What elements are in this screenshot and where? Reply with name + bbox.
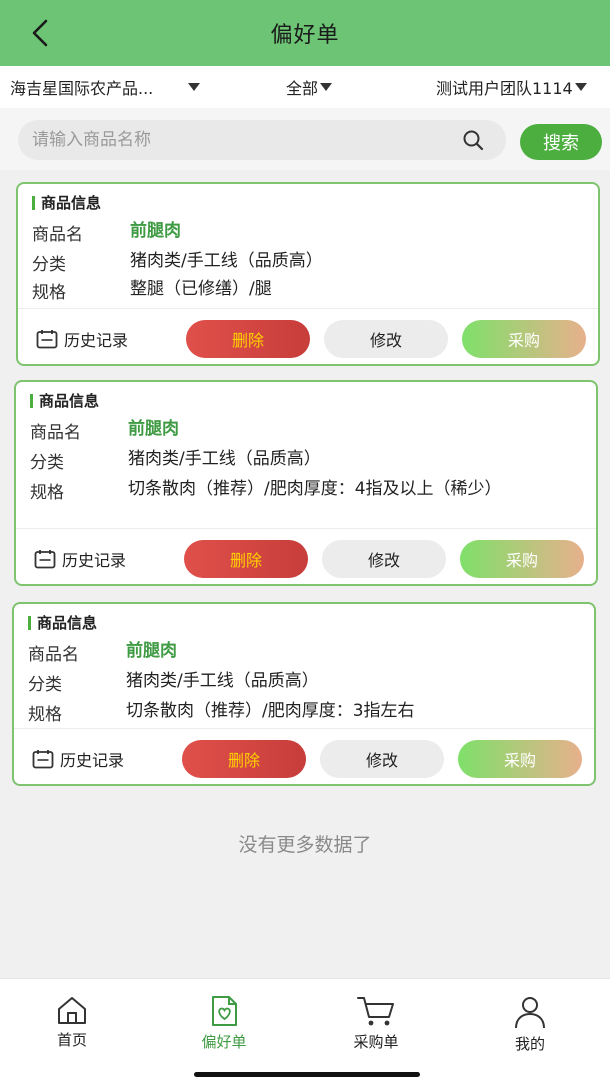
tab-favorites-label: 偏好单 — [201, 1033, 247, 1051]
history-label: 历史记录 — [64, 331, 129, 350]
section-marker — [30, 393, 33, 408]
category-row: 分类 猪肉类/手工线（品质高） — [30, 448, 568, 473]
edit-button[interactable]: 修改 — [320, 740, 444, 778]
caret-down-icon — [574, 83, 587, 91]
preference-card: 商品信息 商品名 前腿肉 分类 猪肉类/手工线（品质高） 规格 切条散肉（推荐）… — [12, 602, 596, 786]
bottom-tab-bar: 首页 偏好单 采购单 我的 — [0, 978, 610, 1086]
spec-label: 规格 — [28, 705, 62, 725]
tab-mine[interactable]: 我的 — [480, 995, 580, 1054]
favorite-list-icon — [212, 996, 237, 1026]
page-title: 偏好单 — [270, 23, 340, 48]
tab-purchase-order[interactable]: 采购单 — [326, 995, 426, 1052]
tab-mine-label: 我的 — [514, 1035, 545, 1053]
card-divider — [18, 308, 598, 309]
card-section-title: 商品信息 — [28, 612, 97, 633]
product-name-value: 前腿肉 — [126, 641, 177, 661]
card-divider — [16, 528, 596, 529]
home-icon — [58, 997, 86, 1024]
team-filter[interactable]: 测试用户团队1114 — [436, 75, 587, 99]
spec-label: 规格 — [30, 483, 64, 503]
card-divider — [14, 728, 594, 729]
search-box — [18, 120, 506, 160]
purchase-button[interactable]: 采购 — [462, 320, 586, 358]
delete-button[interactable]: 删除 — [182, 740, 306, 778]
section-marker — [28, 615, 31, 630]
search-row: 搜索 — [0, 108, 610, 170]
preference-card: 商品信息 商品名 前腿肉 分类 猪肉类/手工线（品质高） 规格 整腿（已修缮）/… — [16, 182, 600, 366]
spec-value: 切条散肉（推荐）/肥肉厚度：4指及以上（稀少） — [128, 479, 502, 499]
tab-home-label: 首页 — [56, 1031, 87, 1049]
category-value: 猪肉类/手工线（品质高） — [130, 251, 323, 271]
product-name-row: 商品名 前腿肉 — [30, 418, 568, 443]
card-section-label: 商品信息 — [37, 614, 98, 632]
category-filter[interactable]: 全部 — [286, 75, 333, 99]
cart-icon — [357, 997, 394, 1026]
card-section-label: 商品信息 — [39, 392, 100, 410]
spec-label: 规格 — [32, 283, 66, 303]
user-icon — [515, 997, 545, 1029]
product-name-value: 前腿肉 — [130, 221, 181, 241]
card-section-title: 商品信息 — [32, 192, 101, 213]
category-row: 分类 猪肉类/手工线（品质高） — [32, 250, 570, 275]
calendar-icon — [36, 330, 58, 349]
spec-value: 整腿（已修缮）/腿 — [130, 279, 272, 299]
tab-purchase-order-label: 采购单 — [353, 1033, 399, 1051]
calendar-icon — [34, 550, 56, 569]
product-name-label: 商品名 — [32, 225, 83, 245]
history-label: 历史记录 — [62, 551, 127, 570]
tab-home[interactable]: 首页 — [22, 995, 122, 1050]
caret-down-icon — [188, 83, 200, 91]
history-label: 历史记录 — [60, 751, 125, 770]
category-value: 猪肉类/手工线（品质高） — [128, 449, 321, 469]
market-filter[interactable]: 海吉星国际农产品... — [10, 75, 200, 99]
card-section-label: 商品信息 — [41, 194, 102, 212]
calendar-icon — [32, 750, 54, 769]
filter-bar: 海吉星国际农产品... 全部 测试用户团队1114 — [0, 66, 610, 108]
search-button[interactable]: 搜索 — [520, 124, 602, 160]
category-value: 猪肉类/手工线（品质高） — [126, 671, 319, 691]
market-filter-label: 海吉星国际农产品... — [10, 79, 154, 98]
chevron-left-icon — [32, 19, 48, 47]
product-name-row: 商品名 前腿肉 — [32, 220, 570, 245]
category-filter-label: 全部 — [286, 79, 319, 98]
spec-row: 规格 整腿（已修缮）/腿 — [32, 278, 570, 303]
purchase-button[interactable]: 采购 — [460, 540, 584, 578]
history-button[interactable]: 历史记录 — [36, 327, 128, 351]
history-button[interactable]: 历史记录 — [32, 747, 124, 771]
caret-down-icon — [320, 83, 333, 91]
edit-button[interactable]: 修改 — [324, 320, 448, 358]
history-button[interactable]: 历史记录 — [34, 547, 126, 571]
product-name-row: 商品名 前腿肉 — [28, 640, 566, 665]
search-input[interactable] — [32, 130, 452, 150]
card-section-title: 商品信息 — [30, 390, 99, 411]
category-label: 分类 — [32, 255, 66, 275]
team-filter-label: 测试用户团队1114 — [436, 79, 573, 98]
delete-button[interactable]: 删除 — [186, 320, 310, 358]
spec-row: 规格 切条散肉（推荐）/肥肉厚度：3指左右 — [28, 700, 566, 725]
delete-button[interactable]: 删除 — [184, 540, 308, 578]
tab-favorites[interactable]: 偏好单 — [174, 995, 274, 1052]
edit-button[interactable]: 修改 — [322, 540, 446, 578]
spec-row: 规格 切条散肉（推荐）/肥肉厚度：4指及以上（稀少） — [30, 478, 558, 503]
preference-card: 商品信息 商品名 前腿肉 分类 猪肉类/手工线（品质高） 规格 切条散肉（推荐）… — [14, 380, 598, 586]
spec-value: 切条散肉（推荐）/肥肉厚度：3指左右 — [126, 701, 415, 721]
header-bar: 偏好单 — [0, 0, 610, 66]
search-icon[interactable] — [462, 129, 484, 151]
back-button[interactable] — [26, 18, 54, 48]
no-more-data-text: 没有更多数据了 — [238, 834, 372, 856]
product-name-label: 商品名 — [28, 645, 79, 665]
category-label: 分类 — [28, 675, 62, 695]
purchase-button[interactable]: 采购 — [458, 740, 582, 778]
product-name-label: 商品名 — [30, 423, 81, 443]
section-marker — [32, 195, 35, 210]
home-indicator — [194, 1072, 420, 1077]
category-row: 分类 猪肉类/手工线（品质高） — [28, 670, 566, 695]
category-label: 分类 — [30, 453, 64, 473]
product-name-value: 前腿肉 — [128, 419, 179, 439]
